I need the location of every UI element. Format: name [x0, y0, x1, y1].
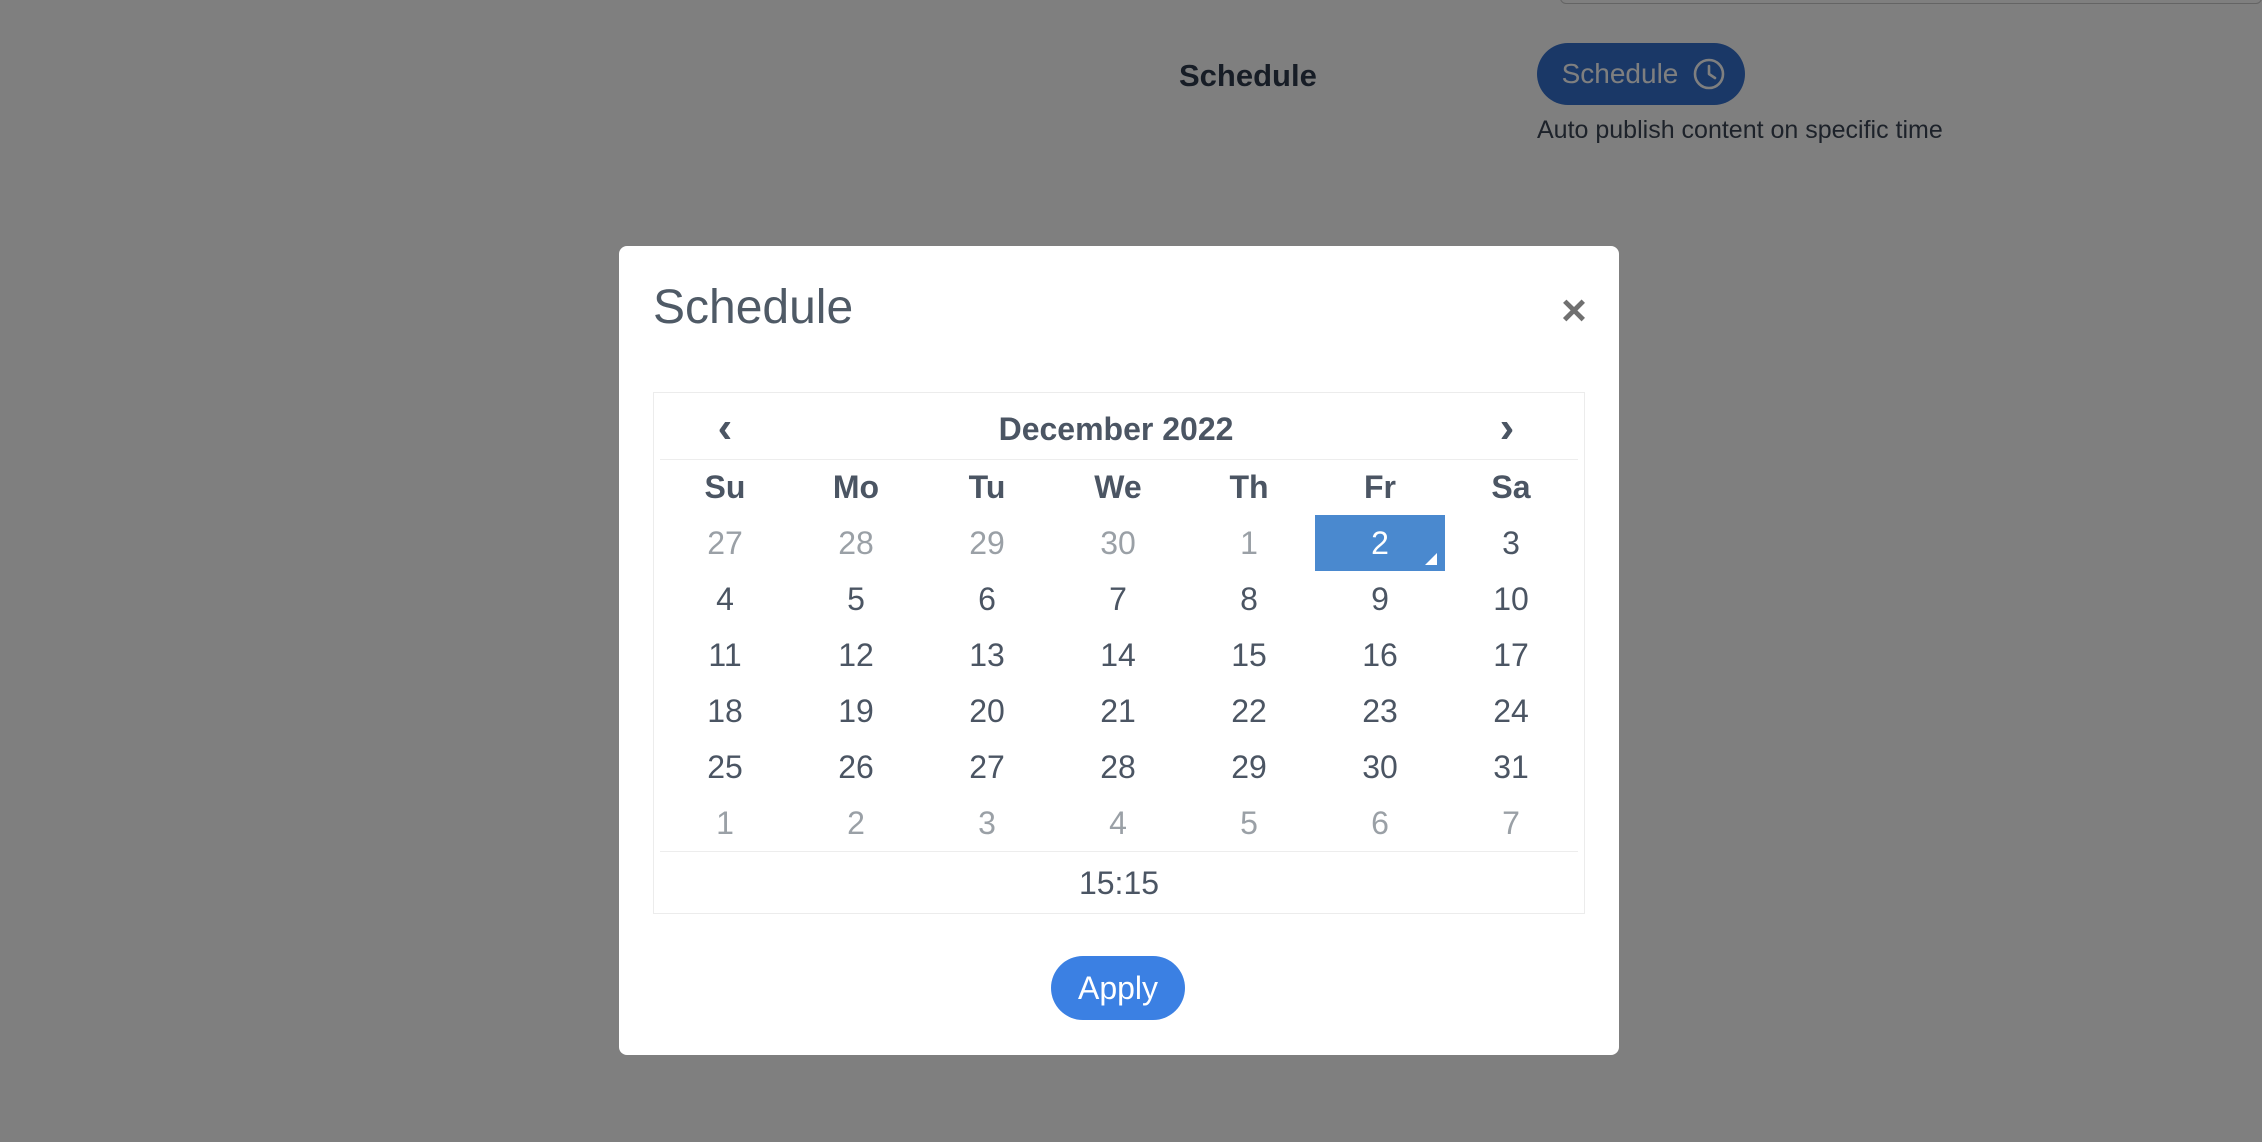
schedule-modal: Schedule × ‹ December 2022 › Su Mo Tu We Th F…: [619, 246, 1619, 1055]
day-cell[interactable]: 9: [1315, 571, 1445, 627]
day-cell[interactable]: 5: [1184, 795, 1314, 851]
day-cell[interactable]: 27: [922, 739, 1052, 795]
day-cell[interactable]: 17: [1446, 627, 1576, 683]
weekday-label: Th: [1229, 468, 1269, 505]
chevron-right-icon: ›: [1499, 403, 1515, 452]
weekday-label: Su: [704, 468, 746, 505]
day-cell[interactable]: 30: [1053, 515, 1183, 571]
day-cell[interactable]: 6: [922, 571, 1052, 627]
weekday-label: Sa: [1491, 468, 1531, 505]
day-cell[interactable]: 29: [922, 515, 1052, 571]
day-cell[interactable]: 12: [791, 627, 921, 683]
apply-button[interactable]: Apply: [1051, 956, 1185, 1020]
day-cell[interactable]: 21: [1053, 683, 1183, 739]
weekday-header: Su Mo Tu We Th Fr Sa: [660, 459, 1578, 515]
day-cell[interactable]: 29: [1184, 739, 1314, 795]
day-cell[interactable]: 8: [1184, 571, 1314, 627]
day-cell[interactable]: 6: [1315, 795, 1445, 851]
day-cell[interactable]: 22: [1184, 683, 1314, 739]
calendar-header: ‹ December 2022 ›: [660, 393, 1578, 460]
day-cell[interactable]: 27: [660, 515, 790, 571]
day-cell[interactable]: 23: [1315, 683, 1445, 739]
day-cell[interactable]: 3: [922, 795, 1052, 851]
day-cell[interactable]: 4: [1053, 795, 1183, 851]
day-cell[interactable]: 1: [660, 795, 790, 851]
day-cell[interactable]: 20: [922, 683, 1052, 739]
day-cell[interactable]: 19: [791, 683, 921, 739]
prev-month-button[interactable]: ‹: [660, 403, 790, 453]
day-cell[interactable]: 3: [1446, 515, 1576, 571]
day-cell[interactable]: 28: [1053, 739, 1183, 795]
close-icon: ×: [1561, 286, 1587, 335]
weekday-label: Fr: [1364, 468, 1396, 505]
day-cell[interactable]: 10: [1446, 571, 1576, 627]
chevron-left-icon: ‹: [717, 403, 733, 452]
day-cell[interactable]: 1: [1184, 515, 1314, 571]
day-cell[interactable]: 5: [791, 571, 921, 627]
day-cell[interactable]: 14: [1053, 627, 1183, 683]
day-cell[interactable]: 24: [1446, 683, 1576, 739]
weekday-label: Tu: [968, 468, 1006, 505]
modal-title: Schedule: [653, 281, 854, 334]
day-cell[interactable]: 2: [791, 795, 921, 851]
next-month-button[interactable]: ›: [1442, 403, 1572, 453]
day-cell[interactable]: 15: [1184, 627, 1314, 683]
month-label[interactable]: December 2022: [790, 411, 1442, 448]
weekday-label: Mo: [832, 468, 880, 505]
day-cell[interactable]: 4: [660, 571, 790, 627]
day-cell[interactable]: 25: [660, 739, 790, 795]
day-grid: 27 28 29 30 1 2 3 4 5 6 7 8 9 10 11 12 13 14 15 16 17 18 19 20 2…: [660, 515, 1578, 851]
day-cell-selected[interactable]: 2: [1315, 515, 1445, 571]
day-cell[interactable]: 18: [660, 683, 790, 739]
day-cell[interactable]: 7: [1053, 571, 1183, 627]
close-button[interactable]: ×: [1549, 286, 1599, 336]
day-cell[interactable]: 13: [922, 627, 1052, 683]
day-cell[interactable]: 31: [1446, 739, 1576, 795]
day-cell[interactable]: 16: [1315, 627, 1445, 683]
day-cell[interactable]: 26: [791, 739, 921, 795]
day-cell[interactable]: 28: [791, 515, 921, 571]
weekday-label: We: [1094, 468, 1142, 505]
time-value: 15:15: [1078, 864, 1160, 901]
time-picker[interactable]: 15:15: [660, 851, 1578, 914]
date-picker: ‹ December 2022 › Su Mo Tu We Th Fr Sa 27 28 29 3…: [653, 392, 1585, 914]
day-cell[interactable]: 11: [660, 627, 790, 683]
day-cell[interactable]: 7: [1446, 795, 1576, 851]
day-cell[interactable]: 30: [1315, 739, 1445, 795]
